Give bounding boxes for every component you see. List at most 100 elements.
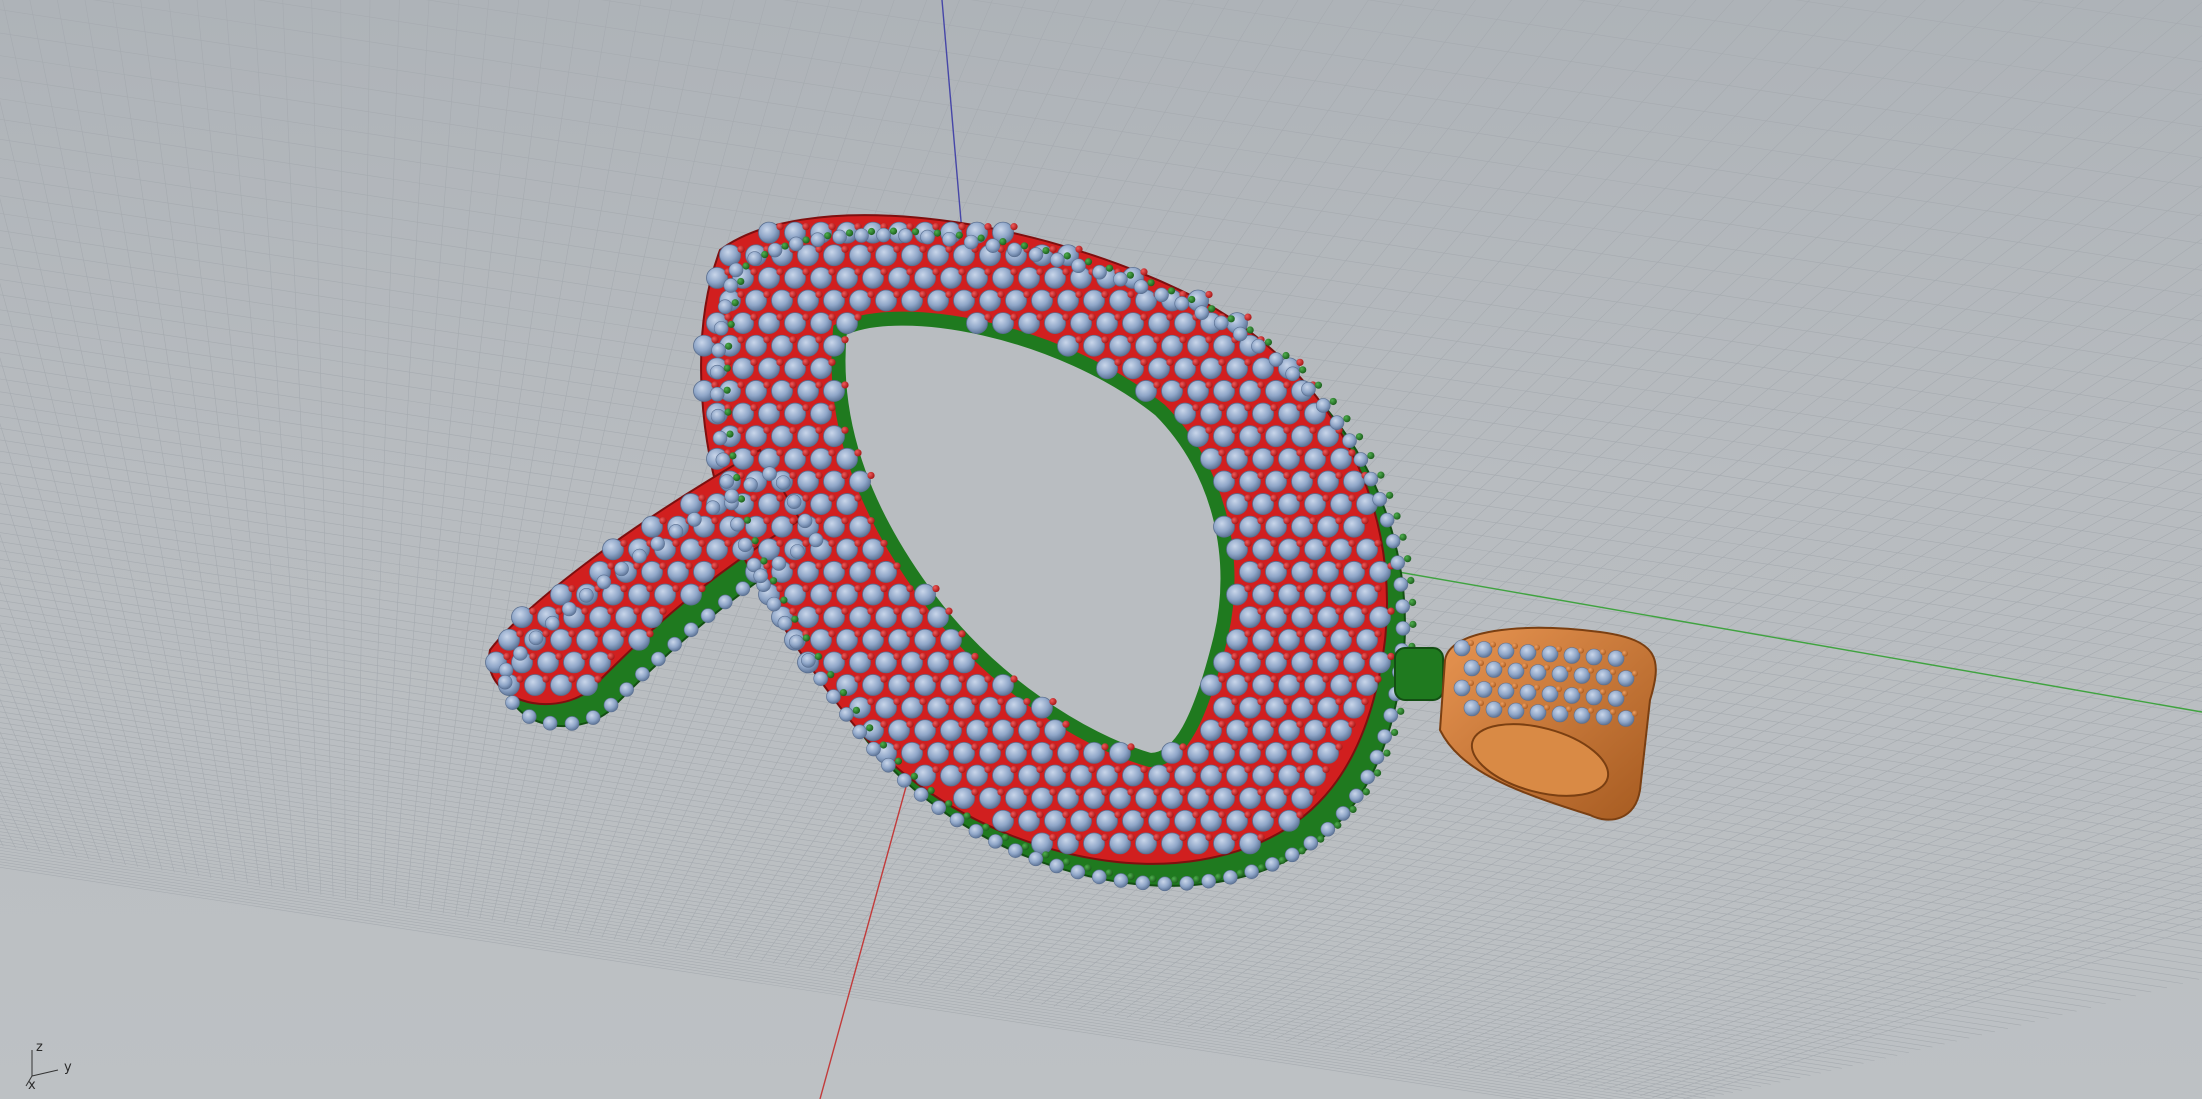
prong — [1023, 743, 1031, 751]
gemstone — [1213, 515, 1235, 538]
grid-line — [0, 814, 1771, 1085]
gemstone — [1187, 334, 1209, 357]
grid-line — [0, 0, 2202, 271]
gemstone — [1317, 741, 1339, 764]
prong — [737, 336, 745, 344]
gemstone — [1122, 764, 1144, 787]
gemstone — [1044, 266, 1066, 289]
rim-gemstone — [747, 251, 763, 266]
rim-prong — [999, 238, 1007, 246]
gemstone — [1278, 719, 1300, 742]
prong — [893, 743, 901, 751]
gemstone — [823, 334, 845, 357]
gemstone — [1213, 832, 1235, 855]
rim-gemstone — [1315, 398, 1331, 413]
prong — [1374, 539, 1382, 547]
gemstone — [823, 289, 845, 312]
gemstone — [1005, 696, 1027, 719]
prong — [1231, 381, 1239, 389]
prong — [1322, 539, 1330, 547]
prong — [854, 268, 862, 276]
gemstone — [888, 628, 910, 651]
prong — [1296, 539, 1304, 547]
3d-viewport[interactable]: z y x — [0, 0, 2202, 1099]
prong — [1062, 313, 1070, 321]
prong — [828, 584, 836, 593]
rim-gemstone — [585, 710, 601, 725]
prong — [1257, 471, 1265, 480]
gemstone — [758, 357, 780, 380]
prong — [1348, 720, 1356, 728]
gemstone — [1148, 764, 1170, 787]
gemstone — [1239, 561, 1261, 583]
grid-line — [29, 0, 212, 878]
grid-line — [0, 0, 2202, 122]
gemstone — [1187, 832, 1209, 855]
prong — [828, 539, 836, 547]
gemstone — [849, 289, 871, 312]
prong — [1361, 562, 1369, 570]
rim-gemstone — [766, 596, 782, 612]
rim-prong — [1236, 869, 1244, 877]
gemstone — [1317, 696, 1339, 719]
gemstone — [1161, 334, 1183, 357]
prong — [1179, 788, 1187, 796]
prong — [906, 584, 914, 593]
gemstone — [1239, 651, 1261, 674]
prong — [958, 720, 966, 728]
prong — [802, 313, 810, 321]
rim-gemstone — [1285, 366, 1300, 382]
prong — [750, 403, 758, 412]
prong — [958, 675, 966, 683]
prong — [1361, 698, 1369, 706]
gemstone — [1369, 606, 1391, 629]
rim-gemstone — [777, 615, 793, 631]
prong — [646, 584, 654, 593]
prong — [1309, 788, 1317, 796]
prong — [1335, 652, 1343, 661]
prong — [1244, 584, 1252, 593]
prong — [919, 698, 927, 706]
rim-gemstone — [564, 716, 580, 731]
prong — [1348, 539, 1356, 547]
prong — [1309, 471, 1317, 480]
prong — [1101, 833, 1109, 841]
prong — [1101, 743, 1109, 751]
prong — [1296, 811, 1304, 819]
gemstone — [1369, 561, 1391, 583]
gemstone — [758, 447, 780, 470]
prong — [919, 290, 927, 299]
grid-line — [0, 0, 2202, 87]
rim-gemstone — [632, 548, 647, 564]
rim-gemstone — [1377, 729, 1392, 744]
gemstone — [849, 470, 871, 493]
gemstone — [1213, 696, 1235, 719]
prong — [815, 607, 823, 615]
prong — [867, 290, 875, 299]
grid-line — [0, 0, 2202, 51]
bail-gemstone — [1585, 648, 1603, 666]
gemstone — [1343, 515, 1365, 538]
prong — [815, 381, 823, 389]
rim-gemstone — [719, 474, 735, 489]
gemstone — [628, 583, 650, 606]
gemstone — [758, 312, 780, 335]
grid-line — [0, 831, 1724, 1095]
prong — [880, 584, 888, 593]
rim-gemstone — [743, 477, 758, 493]
rim-gemstone — [705, 500, 721, 515]
rim-prong — [1408, 598, 1417, 606]
prong — [1127, 743, 1135, 751]
prong — [1140, 811, 1148, 819]
rim-gemstone — [913, 787, 929, 802]
prong — [607, 607, 615, 615]
prong — [971, 743, 979, 751]
rim-prong — [725, 342, 733, 350]
prong — [1166, 811, 1174, 819]
prong — [1010, 675, 1018, 683]
gemstone — [1083, 334, 1105, 357]
prong — [880, 539, 888, 547]
rim-prong — [889, 227, 898, 235]
gemstone — [992, 312, 1014, 335]
prong — [802, 223, 810, 231]
